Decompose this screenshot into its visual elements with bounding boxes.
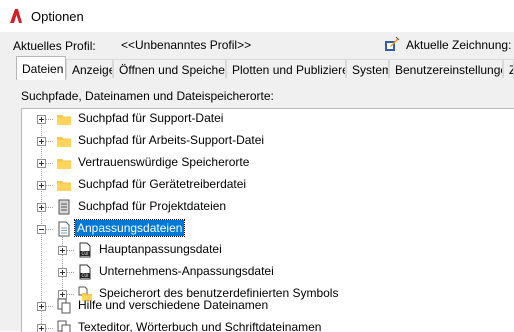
- tree-item-main-customization-file[interactable]: Hauptanpassungsdatei: [97, 241, 224, 257]
- expand-toggle[interactable]: [37, 137, 46, 146]
- svg-text:CUI: CUI: [82, 251, 89, 256]
- expand-toggle[interactable]: [37, 203, 46, 212]
- tab-plotten-und-publizieren[interactable]: Plotten und Publizieren: [226, 59, 346, 78]
- tree-item-texteditor-dictionary-fonts[interactable]: Texteditor, Wörterbuch und Schriftdatein…: [76, 319, 323, 332]
- tab-content-dateien: Suchpfade, Dateinamen und Dateispeichero…: [0, 80, 514, 332]
- tree-item-support-path[interactable]: Suchpfad für Support-Datei: [76, 110, 225, 126]
- tab-label: Dateien: [22, 62, 64, 76]
- search-paths-tree[interactable]: Suchpfad für Support-Datei Suchpfad für …: [21, 108, 514, 332]
- tree-item-customization-files[interactable]: Anpassungsdateien: [73, 219, 186, 237]
- expand-toggle[interactable]: [58, 268, 67, 277]
- copy-icon: [57, 298, 71, 314]
- tree-item-project-files-path[interactable]: Suchpfad für Projektdateien: [76, 198, 228, 214]
- document-icon: [58, 221, 70, 237]
- drawing-icon: [385, 36, 400, 51]
- svg-text:CUI: CUI: [82, 273, 89, 278]
- tree-item-help-misc-filenames[interactable]: Hilfe und verschiedene Dateinamen: [76, 297, 270, 313]
- tab-benutzereinstellungen[interactable]: Benutzereinstellungen: [389, 59, 503, 78]
- current-profile-value: <<Unbenanntes Profil>>: [121, 38, 252, 52]
- current-drawing-label: Aktuelle Zeichnung:: [406, 38, 512, 52]
- tree-item-working-support-path[interactable]: Suchpfad für Arbeits-Support-Datei: [76, 132, 266, 148]
- folder-icon: [57, 159, 71, 169]
- tab-label: Z: [509, 63, 513, 77]
- tab-system[interactable]: System: [346, 59, 389, 78]
- tab-label: Benutzereinstellungen: [395, 63, 503, 77]
- tab-label: System: [352, 63, 389, 77]
- window-title: Optionen: [31, 9, 84, 24]
- tab-oeffnen-und-speichern[interactable]: Öffnen und Speichern: [113, 59, 226, 78]
- folder-icon: [57, 115, 71, 125]
- cui-file-icon: CUI: [79, 264, 91, 280]
- expand-toggle[interactable]: [37, 115, 46, 124]
- expand-toggle[interactable]: [58, 246, 67, 255]
- tab-dateien[interactable]: Dateien: [16, 56, 66, 80]
- copy-icon: [57, 320, 71, 332]
- tree-item-trusted-locations[interactable]: Vertrauenswürdige Speicherorte: [76, 154, 251, 170]
- tab-z[interactable]: Z: [503, 59, 514, 78]
- tab-label: Anzeige: [72, 63, 113, 77]
- expand-toggle[interactable]: [37, 302, 46, 311]
- section-label: Suchpfade, Dateinamen und Dateispeichero…: [21, 89, 274, 103]
- cui-file-icon: CUI: [79, 242, 91, 258]
- current-profile-label: Aktuelles Profil:: [13, 39, 96, 53]
- expand-toggle[interactable]: [37, 159, 46, 168]
- expand-toggle[interactable]: [37, 181, 46, 190]
- tab-bar: Dateien Anzeige Öffnen und Speichern Plo…: [0, 56, 514, 80]
- autocad-logo-icon: [10, 9, 22, 23]
- tree-item-device-driver-path[interactable]: Suchpfad für Gerätetreiberdatei: [76, 176, 248, 192]
- tab-anzeige[interactable]: Anzeige: [66, 59, 113, 78]
- collapse-toggle[interactable]: [37, 225, 46, 234]
- tab-label: Plotten und Publizieren: [232, 63, 346, 77]
- folder-icon: [57, 181, 71, 191]
- expand-toggle[interactable]: [58, 290, 67, 299]
- cabinet-icon: [58, 199, 70, 215]
- tree-item-enterprise-customization-file[interactable]: Unternehmens-Anpassungsdatei: [97, 263, 276, 279]
- tab-label: Öffnen und Speichern: [119, 63, 226, 77]
- folder-icon: [57, 137, 71, 147]
- title-bar: Optionen: [0, 0, 514, 32]
- profile-row: Aktuelles Profil: <<Unbenanntes Profil>>…: [0, 32, 514, 56]
